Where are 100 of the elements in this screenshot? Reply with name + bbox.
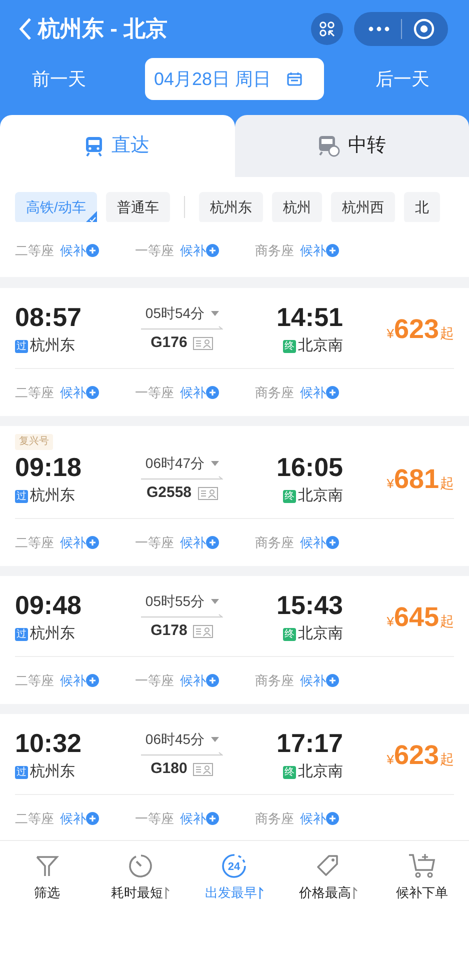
check-corner-icon — [84, 210, 97, 222]
arrival-time: 16:05 — [276, 452, 343, 482]
seat-class: 商务座 — [255, 810, 294, 828]
train-card[interactable]: 08:57 过 杭州东 05时54分 G176 14:51 终 北京南 ¥623起 二等座 候补 一等座 候补 商务座 候补 — [0, 288, 469, 416]
pass-tag: 过 — [15, 490, 28, 502]
dropdown-icon[interactable] — [210, 737, 219, 742]
filter-icon — [34, 853, 59, 879]
previous-day-button[interactable]: 前一天 — [0, 66, 118, 92]
price: ¥623起 — [386, 312, 454, 346]
dropdown-icon[interactable] — [210, 311, 219, 316]
plus-icon — [86, 674, 99, 687]
seat-class: 一等座 — [135, 672, 174, 690]
clock-24-icon: 24 — [221, 853, 248, 879]
train-number: G2558 — [146, 483, 192, 504]
filter-chip[interactable]: 杭州东 — [198, 192, 263, 222]
train-card[interactable]: 复兴号 09:18 过 杭州东 06时47分 G2558 16:05 终 北京南 ¥681起 二等座 候补 一等座 候补 商务座 候补 — [0, 426, 469, 566]
price: ¥623起 — [386, 738, 454, 772]
waitlist-button[interactable]: 候补 — [60, 808, 99, 828]
waitlist-button[interactable]: 候补 — [180, 808, 219, 828]
plus-icon — [326, 536, 339, 549]
departure-station: 杭州东 — [30, 624, 75, 644]
filter-chip[interactable]: 北 — [404, 192, 440, 222]
departure-station: 杭州东 — [30, 762, 75, 782]
tab[interactable]: 中转 — [234, 115, 469, 177]
sort-option[interactable]: 筛选 — [0, 853, 94, 902]
train-card[interactable]: 10:32 过 杭州东 06时45分 G180 17:17 终 北京南 ¥623起 二等座 候补 一等座 候补 商务座 候补 — [0, 714, 469, 840]
next-day-button[interactable]: 后一天 — [324, 66, 469, 92]
waitlist-button[interactable]: 候补 — [300, 532, 339, 552]
filter-chip[interactable]: 杭州 — [272, 192, 322, 222]
plus-icon — [86, 244, 99, 257]
train-clock-icon — [318, 135, 340, 157]
plus-icon — [326, 674, 339, 687]
timer-icon — [128, 853, 154, 879]
waitlist-button[interactable]: 候补 — [300, 808, 339, 828]
train-badge: 复兴号 — [15, 434, 53, 450]
waitlist-button[interactable]: 候补 — [60, 670, 99, 690]
dropdown-icon[interactable] — [210, 461, 219, 466]
filter-chip[interactable]: 杭州西 — [330, 192, 395, 222]
arrival-time: 14:51 — [276, 302, 343, 332]
plus-icon — [206, 674, 219, 687]
filter-chip[interactable]: 普通车 — [106, 192, 170, 222]
waitlist-button[interactable]: 候补 — [60, 532, 99, 552]
seat-class: 二等座 — [15, 534, 54, 552]
price: ¥681起 — [386, 462, 454, 496]
terminal-tag: 终 — [283, 628, 296, 640]
sort-option[interactable]: 候补下单 — [375, 853, 469, 902]
plus-icon — [206, 244, 219, 257]
arrival-time: 15:43 — [276, 590, 343, 620]
plus-icon — [206, 812, 219, 825]
close-icon[interactable] — [413, 18, 435, 40]
sort-option[interactable]: 价格最高 — [281, 853, 376, 902]
more-icon[interactable] — [368, 26, 390, 32]
duration: 06时47分 — [145, 454, 205, 474]
filter-chip[interactable]: 高铁/动车 — [15, 192, 97, 222]
train-icon — [85, 136, 104, 156]
back-icon[interactable] — [18, 16, 32, 40]
id-card-icon — [193, 763, 214, 776]
departure-station: 杭州东 — [30, 336, 75, 356]
seat-class: 二等座 — [15, 672, 54, 690]
arrival-station: 北京南 — [298, 336, 343, 356]
tab[interactable]: 直达 — [0, 115, 234, 177]
dropdown-icon[interactable] — [210, 599, 219, 604]
waitlist-button[interactable]: 候补 — [300, 240, 339, 260]
departure-time: 10:32 — [15, 728, 82, 758]
seat-class: 商务座 — [255, 242, 294, 260]
arrival-station: 北京南 — [298, 486, 343, 506]
plus-icon — [206, 386, 219, 399]
sort-option[interactable]: 24 出发最早 — [188, 853, 282, 902]
sort-option[interactable]: 耗时最短 — [94, 853, 188, 902]
scan-icon — [319, 20, 335, 36]
scan-button[interactable] — [311, 12, 343, 44]
waitlist-button[interactable]: 候补 — [180, 532, 219, 552]
id-card-icon — [193, 337, 214, 350]
waitlist-button[interactable]: 候补 — [180, 670, 219, 690]
train-number: G180 — [150, 759, 188, 780]
train-number: G176 — [150, 333, 188, 354]
seat-class: 一等座 — [135, 810, 174, 828]
calendar-icon — [287, 72, 302, 86]
departure-time: 09:48 — [15, 590, 82, 620]
pass-tag: 过 — [15, 766, 28, 778]
price: ¥645起 — [386, 600, 454, 634]
pass-tag: 过 — [15, 340, 28, 352]
train-card[interactable]: 09:48 过 杭州东 05时55分 G178 15:43 终 北京南 ¥645起 二等座 候补 一等座 候补 商务座 候补 — [0, 576, 469, 704]
date-picker[interactable]: 04月28日 周日 — [145, 58, 324, 100]
waitlist-button[interactable]: 候补 — [180, 240, 219, 260]
waitlist-button[interactable]: 候补 — [300, 670, 339, 690]
seat-class: 商务座 — [255, 534, 294, 552]
arrival-station: 北京南 — [298, 762, 343, 782]
seat-class: 商务座 — [255, 672, 294, 690]
terminal-tag: 终 — [283, 490, 296, 502]
plus-icon — [326, 386, 339, 399]
seat-class: 一等座 — [135, 242, 174, 260]
waitlist-button[interactable]: 候补 — [60, 240, 99, 260]
pass-tag: 过 — [15, 628, 28, 640]
plus-icon — [86, 812, 99, 825]
terminal-tag: 终 — [283, 340, 296, 352]
waitlist-button[interactable]: 候补 — [300, 382, 339, 402]
waitlist-button[interactable]: 候补 — [60, 382, 99, 402]
duration: 05时55分 — [145, 592, 205, 612]
waitlist-button[interactable]: 候补 — [180, 382, 219, 402]
